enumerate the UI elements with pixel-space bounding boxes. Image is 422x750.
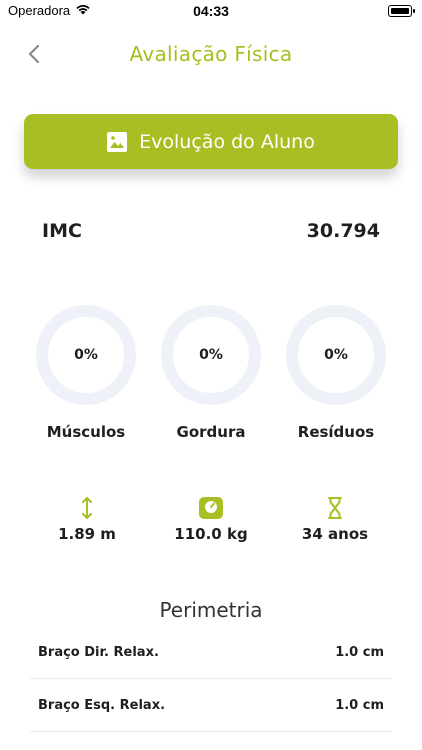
wifi-icon [75, 3, 91, 18]
list-item: Braço Esq. Relax. 1.0 cm [30, 679, 392, 732]
battery-icon [388, 5, 415, 17]
page-title: Avaliação Física [129, 42, 293, 66]
perimetria-title: Perimetria [159, 598, 263, 622]
hourglass-icon [275, 495, 395, 521]
nav-header: Avaliação Física [0, 38, 422, 72]
status-bar: Operadora 04:33 [0, 0, 422, 24]
measure-value: 34 anos [301, 525, 369, 543]
list-item-label: Braço Esq. Relax. [38, 697, 166, 713]
gauge-label: Gordura [176, 423, 246, 441]
carrier: Operadora [8, 3, 91, 18]
gauge-muscles: 0% Músculos [34, 305, 138, 441]
gauge-value: 0% [199, 347, 223, 363]
list-item-value: 1.0 cm [335, 644, 384, 660]
chevron-left-icon [28, 44, 40, 64]
gauge-label: Resíduos [297, 423, 375, 441]
student-evolution-label: Evolução do Aluno [139, 130, 315, 153]
student-evolution-button[interactable]: Evolução do Aluno [24, 114, 398, 169]
gauge-fat: 0% Gordura [159, 305, 263, 441]
list-item-value: 1.0 cm [335, 697, 384, 713]
height-arrows-icon [27, 495, 147, 521]
list-item-label: Braço Dir. Relax. [38, 644, 159, 660]
back-button[interactable] [22, 42, 46, 66]
gauge-label: Músculos [46, 423, 126, 441]
gauge-ring: 0% [286, 305, 386, 405]
measure-age: 34 anos [275, 495, 395, 543]
carrier-label: Operadora [8, 3, 71, 18]
imc-row: IMC 30.794 [42, 220, 380, 242]
measure-value: 110.0 kg [174, 525, 248, 543]
imc-value: 30.794 [306, 220, 380, 242]
imc-label: IMC [42, 220, 82, 242]
gauge-value: 0% [74, 347, 98, 363]
gauge-residues: 0% Resíduos [284, 305, 388, 441]
gauge-ring: 0% [36, 305, 136, 405]
gauge-value: 0% [324, 347, 348, 363]
image-icon [107, 131, 128, 152]
measure-value: 1.89 m [58, 525, 116, 543]
perimetria-list: Braço Dir. Relax. 1.0 cm Braço Esq. Rela… [30, 626, 392, 732]
list-item: Braço Dir. Relax. 1.0 cm [30, 626, 392, 679]
measure-weight: 110.0 kg [151, 495, 271, 543]
measure-height: 1.89 m [27, 495, 147, 543]
gauge-ring: 0% [161, 305, 261, 405]
scale-icon [151, 495, 271, 521]
